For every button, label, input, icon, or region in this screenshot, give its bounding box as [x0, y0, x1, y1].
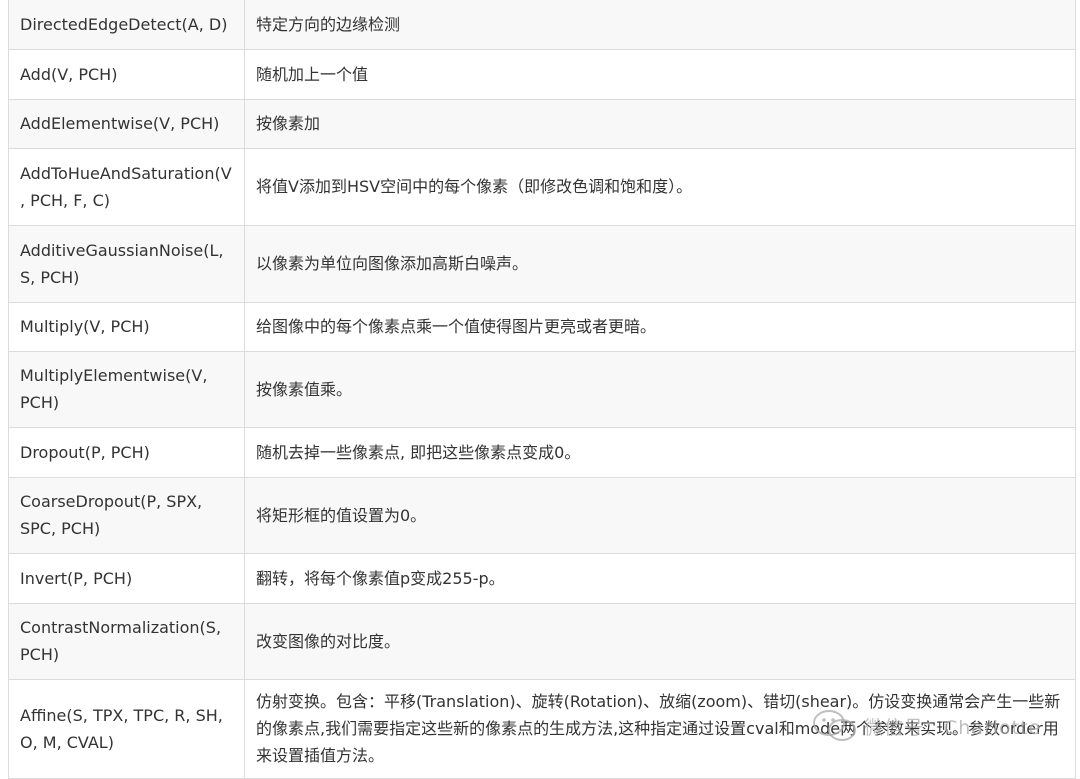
table-row: Multiply(V, PCH) 给图像中的每个像素点乘一个值使得图片更亮或者更… [8, 301, 1076, 352]
operation-cell: AdditiveGaussianNoise(L, S, PCH) [8, 224, 245, 303]
description-cell: 将矩形框的值设置为0。 [244, 476, 1076, 554]
description-cell: 随机加上一个值 [244, 48, 1076, 100]
description-cell: 仿射变换。包含：平移(Translation)、旋转(Rotation)、放缩(… [244, 678, 1076, 779]
table-row: AdditiveGaussianNoise(L, S, PCH) 以像素为单位向… [8, 224, 1076, 303]
operation-cell: ContrastNormalization(S, PCH) [8, 602, 245, 680]
description-cell: 给图像中的每个像素点乘一个值使得图片更亮或者更暗。 [244, 301, 1076, 352]
table-row: MultiplyElementwise(V, PCH) 按像素值乘。 [8, 350, 1076, 428]
description-cell: 按像素值乘。 [244, 350, 1076, 428]
description-cell: 特定方向的边缘检测 [244, 0, 1076, 50]
description-cell: 将值V添加到HSV空间中的每个像素（即修改色调和饱和度）。 [244, 147, 1076, 226]
operation-cell: Multiply(V, PCH) [8, 301, 245, 352]
operation-cell: MultiplyElementwise(V, PCH) [8, 350, 245, 428]
table-row: DirectedEdgeDetect(A, D) 特定方向的边缘检测 [8, 0, 1076, 50]
operation-cell: AddElementwise(V, PCH) [8, 98, 245, 149]
table-row: Invert(P, PCH) 翻转，将每个像素值p变成255-p。 [8, 552, 1076, 604]
table-row: Dropout(P, PCH) 随机去掉一些像素点, 即把这些像素点变成0。 [8, 426, 1076, 478]
description-cell: 以像素为单位向图像添加高斯白噪声。 [244, 224, 1076, 303]
operation-cell: Affine(S, TPX, TPC, R, SH, O, M, CVAL) [8, 678, 245, 779]
augmenter-table: DirectedEdgeDetect(A, D) 特定方向的边缘检测 Add(V… [8, 0, 1076, 779]
description-cell: 按像素加 [244, 98, 1076, 149]
description-cell: 翻转，将每个像素值p变成255-p。 [244, 552, 1076, 604]
operation-cell: DirectedEdgeDetect(A, D) [8, 0, 245, 50]
table-row: ContrastNormalization(S, PCH) 改变图像的对比度。 [8, 602, 1076, 680]
operation-cell: Invert(P, PCH) [8, 552, 245, 604]
operation-cell: CoarseDropout(P, SPX, SPC, PCH) [8, 476, 245, 554]
description-cell: 改变图像的对比度。 [244, 602, 1076, 680]
operation-cell: AddToHueAndSaturation(V, PCH, F, C) [8, 147, 245, 226]
table-row: AddToHueAndSaturation(V, PCH, F, C) 将值V添… [8, 147, 1076, 226]
table-row: Affine(S, TPX, TPC, R, SH, O, M, CVAL) 仿… [8, 678, 1076, 779]
description-cell: 随机去掉一些像素点, 即把这些像素点变成0。 [244, 426, 1076, 478]
operation-cell: Dropout(P, PCH) [8, 426, 245, 478]
table-row: Add(V, PCH) 随机加上一个值 [8, 48, 1076, 100]
table-row: AddElementwise(V, PCH) 按像素加 [8, 98, 1076, 149]
table-row: CoarseDropout(P, SPX, SPC, PCH) 将矩形框的值设置… [8, 476, 1076, 554]
operation-cell: Add(V, PCH) [8, 48, 245, 100]
